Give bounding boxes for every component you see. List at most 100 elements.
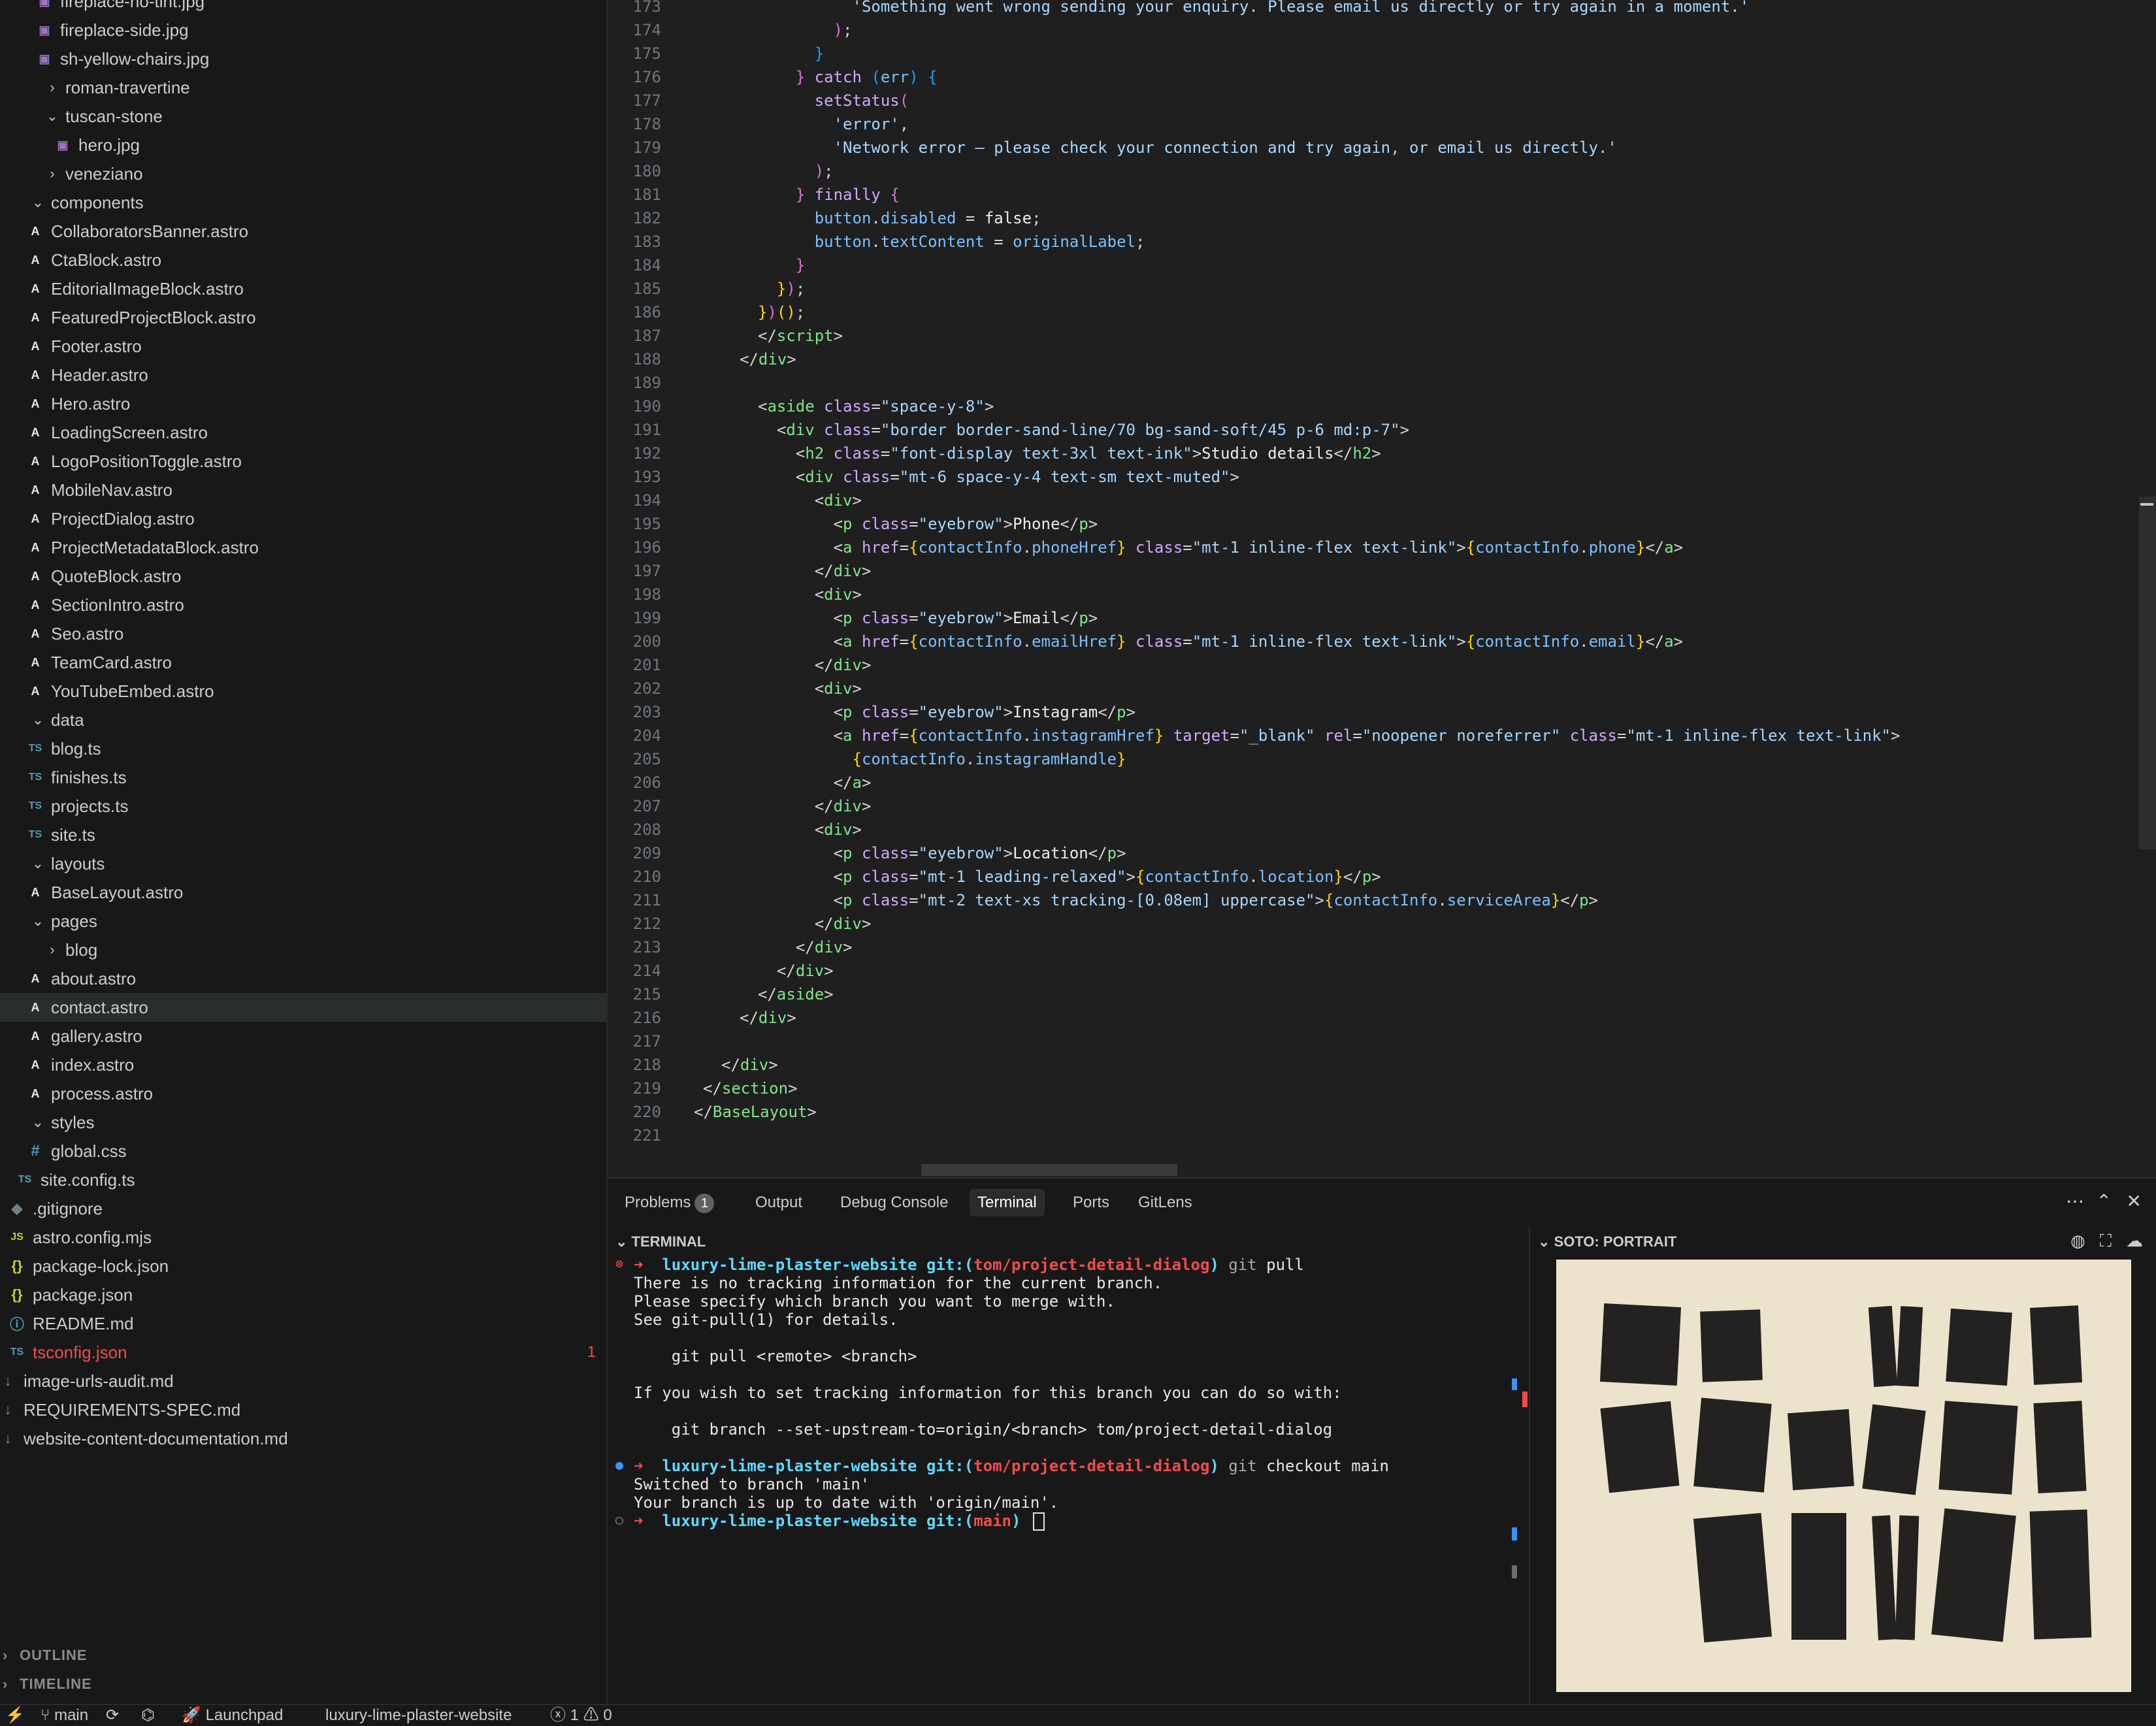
code-line[interactable]: 174 ); <box>608 18 2136 42</box>
tab-terminal[interactable]: Terminal <box>970 1189 1045 1216</box>
explorer-file[interactable]: TS projects.ts <box>0 792 606 821</box>
code-line[interactable]: 206 </a> <box>608 771 2136 794</box>
explorer-file[interactable]: A FeaturedProjectBlock.astro <box>0 303 606 332</box>
explorer-file[interactable]: # global.css <box>0 1137 606 1165</box>
explorer-folder[interactable]: › veneziano <box>0 159 606 188</box>
code-line[interactable]: 204 <a href={contactInfo.instagramHref} … <box>608 724 2136 747</box>
explorer-folder[interactable]: ⌄ components <box>0 188 606 217</box>
code-line[interactable]: 191 <div class="border border-sand-line/… <box>608 418 2136 442</box>
explorer-folder[interactable]: › roman-travertine <box>0 73 606 102</box>
explorer-file[interactable]: Aprocess.astro <box>0 1079 606 1108</box>
code-line[interactable]: 189 <box>608 371 2136 395</box>
code-line[interactable]: 177 setStatus( <box>608 89 2136 112</box>
code-line[interactable]: 201 </div> <box>608 653 2136 677</box>
code-line[interactable]: 216 </div> <box>608 1006 2136 1030</box>
explorer-file[interactable]: A LoadingScreen.astro <box>0 418 606 447</box>
code-line[interactable]: 219 </section> <box>608 1077 2136 1100</box>
explorer-file[interactable]: A ProjectMetadataBlock.astro <box>0 533 606 562</box>
tab-gitlens[interactable]: GitLens <box>1130 1189 1200 1216</box>
git-branch-item[interactable]: ⑂ main <box>41 1706 88 1725</box>
explorer-file[interactable]: TS finishes.ts <box>0 763 606 792</box>
code-line[interactable]: 207 </div> <box>608 794 2136 818</box>
close-panel-icon[interactable]: ✕ <box>2127 1190 2142 1212</box>
palette-icon[interactable]: ◍ <box>2070 1231 2085 1252</box>
code-line[interactable]: 217 <box>608 1030 2136 1053</box>
timeline-section-header[interactable]: › TIMELINE <box>0 1670 606 1699</box>
explorer-file[interactable]: A Footer.astro <box>0 332 606 361</box>
code-line[interactable]: 209 <p class="eyebrow">Location</p> <box>608 841 2136 865</box>
code-line[interactable]: 185 }); <box>608 277 2136 301</box>
explorer-file[interactable]: ◆ .gitignore <box>0 1194 606 1223</box>
horizontal-scrollbar[interactable] <box>921 1164 1177 1176</box>
code-line[interactable]: 186})(); <box>608 301 2136 324</box>
explorer-file[interactable]: ↓ image-urls-audit.md <box>0 1367 606 1395</box>
explorer-file[interactable]: JS astro.config.mjs <box>0 1223 606 1252</box>
code-line[interactable]: 196 <a href={contactInfo.phoneHref} clas… <box>608 536 2136 559</box>
code-line[interactable]: 213 </div> <box>608 936 2136 959</box>
code-line[interactable]: 183 button.textContent = originalLabel; <box>608 230 2136 253</box>
explorer-file[interactable]: A ProjectDialog.astro <box>0 504 606 533</box>
code-line[interactable]: 198 <div> <box>608 583 2136 606</box>
explorer-file[interactable]: Agallery.astro <box>0 1022 606 1050</box>
code-line[interactable]: 188 </div> <box>608 348 2136 371</box>
explorer-file[interactable]: TS tsconfig.json 1 <box>0 1338 606 1367</box>
explorer-file[interactable]: ↓ website-content-documentation.md <box>0 1424 606 1453</box>
code-line[interactable]: 220 </BaseLayout> <box>608 1100 2136 1124</box>
explorer-folder[interactable]: ⌄ styles <box>0 1108 606 1137</box>
code-line[interactable]: 178 'error', <box>608 112 2136 136</box>
code-line[interactable]: 203 <p class="eyebrow">Instagram</p> <box>608 700 2136 724</box>
explorer-file[interactable]: ▣ hero.jpg <box>0 131 606 159</box>
git-graph-icon[interactable]: ⌬ <box>141 1706 155 1725</box>
code-editor[interactable]: 173 'Something went wrong sending your e… <box>608 0 2156 1177</box>
outline-section-header[interactable]: › OUTLINE <box>0 1641 606 1670</box>
code-line[interactable]: 195 <p class="eyebrow">Phone</p> <box>608 512 2136 536</box>
tab-ports[interactable]: Ports <box>1065 1189 1117 1216</box>
explorer-file[interactable]: A TeamCard.astro <box>0 648 606 677</box>
code-line[interactable]: 214 </div> <box>608 959 2136 983</box>
explorer-file[interactable]: A CollaboratorsBanner.astro <box>0 217 606 246</box>
more-actions-icon[interactable]: ⋯ <box>2066 1190 2084 1212</box>
command-status-icon[interactable]: ○ <box>615 1512 623 1527</box>
explorer-file[interactable]: A Header.astro <box>0 361 606 389</box>
code-line[interactable]: 173 'Something went wrong sending your e… <box>608 0 2136 18</box>
explorer-file[interactable]: {} package.json <box>0 1280 606 1309</box>
code-line[interactable]: 182 button.disabled = false; <box>608 206 2136 230</box>
workspace-label[interactable]: luxury-lime-plaster-website <box>325 1706 512 1725</box>
code-line[interactable]: 193 <div class="mt-6 space-y-4 text-sm t… <box>608 465 2136 489</box>
code-line[interactable]: 205 {contactInfo.instagramHandle} <box>608 747 2136 771</box>
tab-output[interactable]: Output <box>747 1189 810 1216</box>
explorer-file[interactable]: ▣ fireplace-no-tint.jpg <box>0 0 606 16</box>
explorer-folder[interactable]: ⌄ data <box>0 706 606 734</box>
explorer-file[interactable]: ↓ REQUIREMENTS-SPEC.md <box>0 1395 606 1424</box>
launchpad-item[interactable]: 🚀 Launchpad <box>182 1706 283 1725</box>
code-line[interactable]: 192 <h2 class="font-display text-3xl tex… <box>608 442 2136 465</box>
maximize-panel-icon[interactable]: ⌃ <box>2097 1190 2112 1212</box>
tab-debug-console[interactable]: Debug Console <box>832 1189 956 1216</box>
soto-section-header[interactable]: ⌄ SOTO: PORTRAIT <box>1538 1233 1676 1250</box>
explorer-file[interactable]: A CtaBlock.astro <box>0 246 606 274</box>
command-status-icon[interactable]: ● <box>615 1457 623 1473</box>
explorer-file[interactable]: {} package-lock.json <box>0 1252 606 1280</box>
explorer-file[interactable]: TS site.ts <box>0 821 606 849</box>
terminal-section-header[interactable]: ⌄ TERMINAL <box>615 1233 706 1250</box>
code-line[interactable]: 208 <div> <box>608 818 2136 841</box>
code-line[interactable]: 210 <p class="mt-1 leading-relaxed">{con… <box>608 865 2136 888</box>
explorer-file[interactable]: A QuoteBlock.astro <box>0 562 606 591</box>
explorer-file[interactable]: Acontact.astro <box>0 993 606 1022</box>
explorer-file[interactable]: A EditorialImageBlock.astro <box>0 274 606 303</box>
explorer-folder[interactable]: ⌄ pages <box>0 907 606 936</box>
code-line[interactable]: 218 </div> <box>608 1053 2136 1077</box>
explorer-file[interactable]: A SectionIntro.astro <box>0 591 606 619</box>
code-line[interactable]: 190 <aside class="space-y-8"> <box>608 395 2136 418</box>
command-status-icon[interactable]: ⊗ <box>615 1256 623 1271</box>
explorer-file[interactable]: TS site.config.ts <box>0 1165 606 1194</box>
code-line[interactable]: 187 </script> <box>608 324 2136 348</box>
explorer-file[interactable]: ▣ sh-yellow-chairs.jpg <box>0 44 606 73</box>
code-line[interactable]: 181 } finally { <box>608 183 2136 206</box>
explorer-file[interactable]: A LogoPositionToggle.astro <box>0 447 606 476</box>
explorer-file[interactable]: Aabout.astro <box>0 964 606 993</box>
problems-status-item[interactable]: ⓧ 1 ⚠ 0 <box>550 1706 612 1725</box>
code-line[interactable]: 175 } <box>608 42 2136 65</box>
explorer-folder[interactable]: ⌄ layouts <box>0 849 606 878</box>
code-line[interactable]: 197 </div> <box>608 559 2136 583</box>
